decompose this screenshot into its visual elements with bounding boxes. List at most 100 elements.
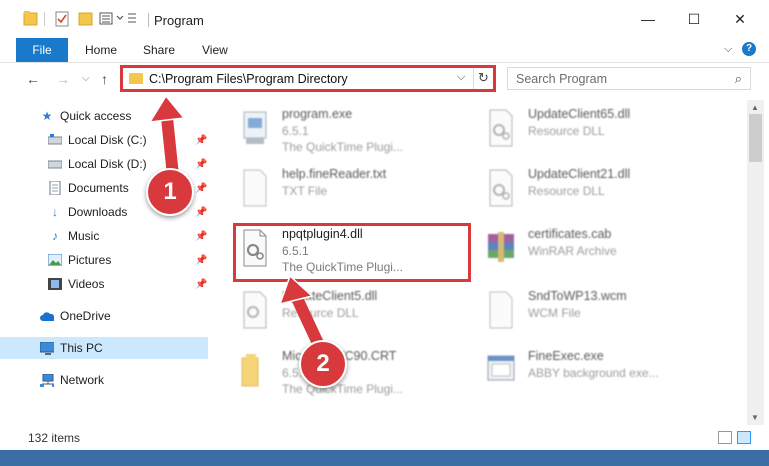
- sidebar-item-label: Network: [60, 373, 105, 387]
- sidebar-item-label: Quick access: [60, 109, 132, 123]
- file-name: FineExec.exe: [528, 349, 604, 363]
- folder-icon[interactable]: [23, 11, 38, 26]
- desktop-background: [0, 450, 769, 466]
- file-detail: TXT File: [282, 184, 328, 198]
- file-name: UpdateClient5.dll: [282, 289, 378, 303]
- file-highlight-box: [233, 223, 471, 282]
- up-button[interactable]: ↑: [101, 71, 108, 87]
- address-dropdown-icon[interactable]: ⌵: [457, 71, 465, 84]
- sidebar-item-this-pc[interactable]: This PC: [0, 337, 208, 359]
- pin-icon[interactable]: 📌: [195, 231, 207, 242]
- sidebar-item-label: Pictures: [68, 253, 112, 267]
- minimize-button[interactable]: —: [625, 0, 671, 38]
- callout-step-2: 2: [299, 340, 347, 388]
- pin-icon[interactable]: 📌: [195, 255, 207, 266]
- callout-step-1: 1: [146, 168, 194, 216]
- sidebar-item-label: Local Disk (D:): [68, 157, 147, 171]
- sidebar-item-music[interactable]: ♪ Music 📌: [0, 225, 208, 247]
- network-icon: [40, 373, 54, 387]
- file-detail: The QuickTime Plugi...: [282, 140, 403, 154]
- search-input[interactable]: Search Program ⌕: [507, 67, 751, 90]
- window-title: Program: [154, 13, 204, 28]
- address-path[interactable]: C:\Program Files\Program Directory: [149, 72, 348, 86]
- file-item[interactable]: certificates.cab WinRAR Archive: [484, 224, 734, 280]
- file-item[interactable]: UpdateClient21.dll Resource DLL: [484, 164, 734, 220]
- dll-icon: [243, 291, 267, 329]
- sidebar-item-local-disk-c[interactable]: Local Disk (C:) 📌: [0, 129, 208, 151]
- document-icon: [48, 181, 62, 195]
- tab-home[interactable]: Home: [85, 43, 117, 57]
- status-bar: 132 items: [0, 425, 769, 450]
- file-detail: The QuickTime Plugi...: [282, 382, 403, 396]
- close-button[interactable]: ✕: [717, 0, 763, 38]
- large-icons-view-icon[interactable]: [737, 431, 751, 444]
- star-icon: ★: [41, 109, 53, 123]
- navigation-bar: ← → ⌵ ↑ C:\Program Files\Program Directo…: [0, 63, 769, 97]
- search-icon[interactable]: ⌕: [735, 71, 742, 87]
- file-item[interactable]: help.fineReader.txt TXT File: [238, 164, 488, 220]
- file-item[interactable]: UpdateClient65.dll Resource DLL: [484, 104, 734, 160]
- tab-share[interactable]: Share: [143, 43, 175, 57]
- new-folder-icon[interactable]: [78, 12, 93, 26]
- drive-icon: [48, 134, 62, 147]
- pin-icon[interactable]: 📌: [195, 183, 207, 194]
- exe-icon: [487, 355, 515, 381]
- sidebar-item-label: Videos: [68, 277, 105, 291]
- sidebar-item-quick-access[interactable]: ★ Quick access: [0, 105, 208, 127]
- file-detail: 6.5.1: [282, 124, 309, 138]
- sidebar-item-label: OneDrive: [60, 309, 111, 323]
- pin-icon[interactable]: 📌: [195, 159, 207, 170]
- file-detail: Resource DLL: [282, 306, 359, 320]
- sidebar-item-onedrive[interactable]: OneDrive: [0, 305, 208, 327]
- folder-icon: [241, 354, 259, 387]
- file-detail: WCM File: [528, 306, 581, 320]
- address-bar[interactable]: C:\Program Files\Program Directory ⌵ ↻: [122, 67, 494, 90]
- pictures-icon: [48, 254, 62, 267]
- forward-button[interactable]: →: [56, 71, 70, 87]
- file-item[interactable]: FineExec.exe ABBY background exe...: [484, 346, 734, 402]
- computer-icon: [40, 341, 54, 355]
- refresh-icon[interactable]: ↻: [478, 70, 489, 86]
- sidebar-item-label: This PC: [60, 341, 103, 355]
- properties-icon[interactable]: [55, 11, 69, 27]
- sidebar-item-network[interactable]: Network: [0, 369, 208, 391]
- scrollbar-thumb[interactable]: [749, 114, 762, 162]
- videos-icon: [48, 278, 62, 291]
- file-name: program.exe: [282, 107, 353, 121]
- exe-icon: [243, 111, 267, 144]
- file-icon: [489, 291, 513, 329]
- pin-icon[interactable]: 📌: [195, 135, 207, 146]
- file-name: SndToWP13.wcm: [528, 289, 627, 303]
- dll-icon: [489, 109, 513, 147]
- details-view-icon[interactable]: [718, 431, 732, 444]
- scroll-down-icon[interactable]: ▼: [751, 413, 759, 422]
- file-name: certificates.cab: [528, 227, 612, 241]
- customize-toolbar-icon[interactable]: [99, 12, 136, 25]
- pin-icon[interactable]: 📌: [195, 207, 207, 218]
- vertical-scrollbar[interactable]: ▲ ▼: [747, 100, 764, 425]
- txt-icon: [243, 169, 267, 207]
- folder-icon: [129, 73, 143, 84]
- back-button[interactable]: ←: [26, 71, 40, 87]
- navigation-pane: ★ Quick access Local Disk (C:) 📌 Local D…: [0, 100, 210, 425]
- sidebar-item-label: Music: [68, 229, 100, 243]
- archive-icon: [488, 232, 514, 262]
- file-item[interactable]: program.exe 6.5.1 The QuickTime Plugi...: [238, 104, 488, 160]
- file-item[interactable]: Microsoft.VC90.CRT 6.5.1 The QuickTime P…: [238, 346, 488, 402]
- recent-locations-button[interactable]: ⌵: [82, 73, 90, 84]
- pin-icon[interactable]: 📌: [195, 279, 207, 290]
- sidebar-item-videos[interactable]: Videos 📌: [0, 273, 208, 295]
- scroll-up-icon[interactable]: ▲: [751, 103, 759, 112]
- help-icon[interactable]: ?: [742, 42, 756, 56]
- file-item[interactable]: SndToWP13.wcm WCM File: [484, 286, 734, 342]
- expand-ribbon-icon[interactable]: ⌵: [724, 43, 732, 56]
- maximize-button[interactable]: ☐: [671, 0, 717, 38]
- sidebar-item-pictures[interactable]: Pictures 📌: [0, 249, 208, 271]
- tab-view[interactable]: View: [202, 43, 228, 57]
- search-placeholder: Search Program: [516, 72, 608, 86]
- tab-file[interactable]: File: [16, 38, 68, 62]
- file-item[interactable]: UpdateClient5.dll Resource DLL: [238, 286, 488, 342]
- drive-icon: [48, 158, 62, 171]
- file-name: help.fineReader.txt: [282, 167, 387, 181]
- file-detail: WinRAR Archive: [528, 244, 617, 258]
